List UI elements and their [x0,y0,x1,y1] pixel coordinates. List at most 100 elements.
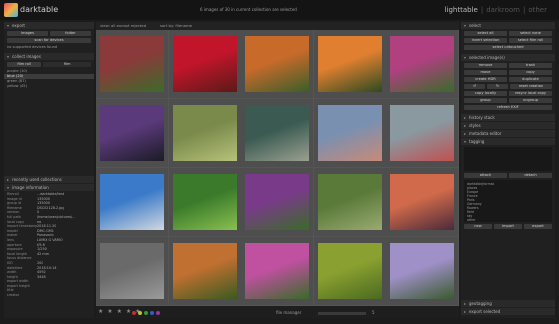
layout-selector[interactable]: file manager [276,310,301,315]
collect-property-select[interactable]: film roll [7,62,42,67]
import-tags-button[interactable]: import [494,224,522,229]
darktable-logo-icon [4,3,18,17]
resync-local-copy-button[interactable]: resync local copy [509,91,552,96]
info-value: 42 mm [37,251,49,256]
import-folder-button[interactable]: folder [50,31,91,36]
view-darkroom[interactable]: darkroom [486,6,520,14]
thumbnail-red-flowers-tree[interactable] [96,30,168,98]
thumbnail-yellow-green-leaves[interactable] [313,237,386,305]
select-none-button[interactable]: select none [509,31,552,36]
thumbnail-butterfly-on-plant[interactable] [168,99,241,167]
refresh-exif-button[interactable]: refresh EXIF [464,105,552,110]
thumbnail-image [390,243,455,299]
detach-tag-button[interactable]: detach [509,173,552,178]
info-value: DSC02128.2.jpg [37,205,65,210]
view-other[interactable]: other [528,6,547,14]
collect-images-header[interactable]: ▾ collect images [4,53,94,60]
metadata-editor-header[interactable]: ▸ metadata editor [461,130,555,137]
thumbnail-red-flowers-field[interactable] [386,99,459,167]
create-hdr-button[interactable]: create HDR [464,77,507,82]
import-images-button[interactable]: images [7,31,48,36]
zoom-value[interactable]: 5 [372,310,375,315]
thumbnail-duck-on-water[interactable] [241,99,314,167]
thumbnail-purple-iris[interactable] [96,99,168,167]
new-tag-button[interactable]: new [464,224,492,229]
lighttable-grid [96,30,459,306]
duplicate-button[interactable]: duplicate [509,77,552,82]
recent-collections-header[interactable]: ▸ recently used collections [4,176,94,183]
no-camera-text: no supported devices found [7,45,58,49]
ungroup-button[interactable]: ungroup [509,98,552,103]
thumbnail-pink-purple-flowers[interactable] [386,30,459,98]
thumbnail-stone-wall[interactable] [96,237,168,305]
thumbnail-seals-on-rocks[interactable] [313,99,386,167]
view-filter[interactable]: view: all except rejected [100,23,146,28]
styles-header[interactable]: ▸ styles [461,122,555,129]
thumbnail-orange-flower[interactable] [313,30,386,98]
reset-rotation-button[interactable]: reset rotation [510,84,552,89]
copy-button[interactable]: copy [509,70,552,75]
thumbnail-purple-flowers-green[interactable] [241,168,314,236]
attach-tag-button[interactable]: attach [464,173,507,178]
remove-button[interactable]: remove [464,63,507,68]
thumbnail-sunset-mountain[interactable] [386,168,459,236]
zoom-slider[interactable] [318,312,366,315]
select-header[interactable]: ▾ select [461,22,555,29]
trash-button[interactable]: trash [509,63,552,68]
thumbnail-image [245,105,310,161]
info-value: 3448 [37,274,46,279]
thumbnail-butterfly-on-flower[interactable] [168,237,241,305]
view-lighttable[interactable]: lighttable [445,6,478,14]
thumbnail-mossy-rock[interactable] [313,168,386,236]
group-button[interactable]: group [464,98,507,103]
attached-tags-list[interactable] [464,147,552,171]
scan-devices-button[interactable]: scan for devices [7,38,91,43]
thumbnail-orange-tree-garden[interactable] [241,30,314,98]
rotate-cw-icon[interactable]: ↻ [487,84,508,89]
image-information-table: filmroll ...darktable/test image id 135000 g… [4,192,94,298]
right-panel: ▾ select select all select none invert se… [461,22,555,318]
collect-filter-input[interactable]: film [43,62,91,67]
blue-label-icon[interactable] [150,311,154,315]
info-row: creator [4,293,94,298]
thumbnail-image [100,174,164,230]
thumbnail-image [317,105,382,161]
thumbnail-image [317,174,382,230]
export-header[interactable]: ▾ export [4,22,94,29]
center-top-bar: view: all except rejected sort by: filen… [96,22,459,30]
thumbnail-image [390,36,455,92]
select-untouched-button[interactable]: select untouched [464,45,552,50]
thumbnail-pink-thistle[interactable] [241,237,314,305]
thumbnail-red-rose[interactable] [168,30,241,98]
tag-dictionary-tree[interactable]: darktable|format places Europe France Paris G… [464,180,552,222]
info-key: creator [7,293,20,298]
selection-status: 6 images of 30 in current collection are… [200,7,297,12]
geotagging-header[interactable]: ▸ geotagging [461,300,555,307]
green-label-icon[interactable] [144,311,148,315]
tagging-header[interactable]: ▾ tagging [461,138,555,145]
image-information-header[interactable]: ▾ image information [4,184,94,191]
move-button[interactable]: move [464,70,507,75]
copy-locally-button[interactable]: copy locally [464,91,507,96]
thumbnail-green-plant[interactable] [168,168,241,236]
tag-tree-item[interactable]: other [464,218,552,222]
thumbnail-image [317,36,382,92]
select-film-roll-button[interactable]: select film roll [509,38,552,43]
sort-order[interactable]: sort by: filename [160,23,192,28]
thumbnail-white-purple-flowers[interactable] [386,237,459,305]
purple-label-icon[interactable] [156,311,160,315]
collection-row[interactable]: yellow (45) [4,84,94,89]
invert-selection-button[interactable]: invert selection [464,38,507,43]
export-tags-button[interactable]: export [524,224,552,229]
rotate-ccw-icon[interactable]: ↺ [464,84,485,89]
thumbnail-image [245,36,310,92]
view-switcher: lighttable | darkroom | other [444,6,547,14]
yellow-label-icon[interactable] [138,311,142,315]
select-all-button[interactable]: select all [464,31,507,36]
thumbnail-image [172,174,237,230]
red-label-icon[interactable] [132,311,136,315]
selected-images-header[interactable]: ▾ selected image(s) [461,54,555,61]
export-selected-header[interactable]: ▸ export selected [461,308,555,315]
thumbnail-mountain-sky[interactable] [96,168,168,236]
history-stack-header[interactable]: ▸ history stack [461,114,555,121]
